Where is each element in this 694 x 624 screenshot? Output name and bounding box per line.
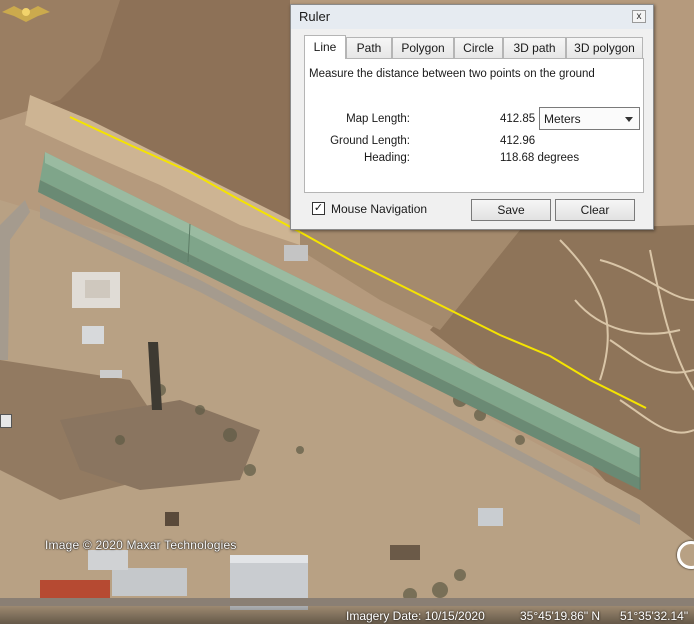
heading-value: 118.68 degrees (500, 152, 580, 164)
longitude-readout: 51°35'32.14" (620, 609, 689, 623)
dialog-titlebar[interactable]: Ruler x (291, 5, 653, 29)
imagery-date: Imagery Date: 10/15/2020 (346, 609, 485, 623)
dialog-title: Ruler (299, 9, 331, 24)
tab-polygon[interactable]: Polygon (392, 37, 454, 58)
heading-label: Heading: (363, 152, 410, 164)
measure-description: Measure the distance between two points … (309, 68, 595, 80)
unit-select[interactable]: Meters (539, 107, 640, 130)
clear-button-label: Clear (580, 203, 610, 217)
map-length-label: Map Length: (346, 113, 410, 125)
tab-3d-path[interactable]: 3D path (503, 37, 566, 58)
imagery-credit: Image © 2020 Maxar Technologies (45, 538, 237, 552)
latitude-readout: 35°45'19.86" N (520, 609, 601, 623)
mouse-navigation-checkbox[interactable]: ✓ (312, 202, 325, 215)
tab-3d-polygon[interactable]: 3D polygon (566, 37, 643, 58)
ruler-tabs: Line Path Polygon Circle 3D path 3D poly… (304, 35, 644, 59)
clear-button[interactable]: Clear (555, 199, 635, 221)
tab-circle[interactable]: Circle (454, 37, 503, 58)
placemark-icon[interactable] (0, 414, 12, 428)
tab-line[interactable]: Line (304, 35, 346, 59)
mouse-navigation-label[interactable]: Mouse Navigation (331, 202, 427, 216)
tab-path[interactable]: Path (346, 37, 392, 58)
watermark-logo-icon (2, 6, 50, 22)
unit-select-value: Meters (544, 112, 581, 126)
line-tab-panel: Measure the distance between two points … (304, 58, 644, 193)
save-button[interactable]: Save (471, 199, 551, 221)
close-icon[interactable]: x (632, 10, 646, 23)
map-length-value: 412.85 (500, 113, 536, 125)
ruler-dialog: Ruler x Line Path Polygon Circle 3D path… (290, 4, 654, 230)
ground-length-value: 412.96 (500, 135, 536, 147)
save-button-label: Save (497, 203, 525, 217)
ground-length-label: Ground Length: (330, 135, 410, 147)
chevron-down-icon (625, 117, 633, 122)
